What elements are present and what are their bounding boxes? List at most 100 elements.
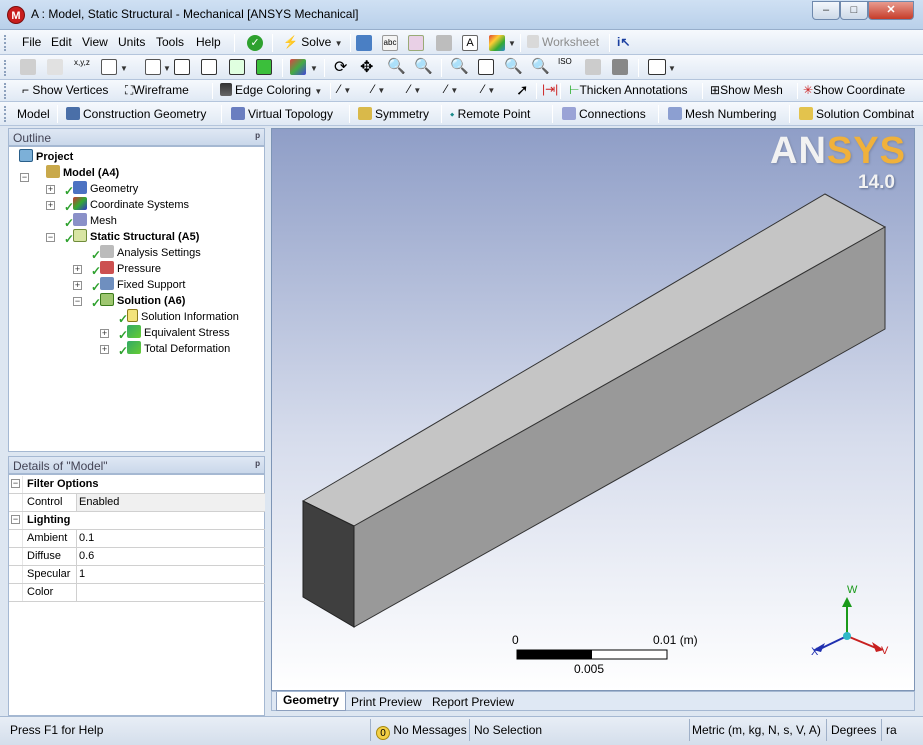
chevron-down-icon[interactable]: ▼ [668,64,676,73]
mesh-numbering-button[interactable]: Mesh Numbering [668,107,776,121]
menu-file[interactable]: File [22,35,41,49]
xyz-icon[interactable]: x,y,z [74,59,90,75]
property-value[interactable]: 0.1 [77,530,265,547]
pan-icon[interactable]: ✥ [360,57,373,77]
tree-node-mesh[interactable]: Mesh [73,213,117,229]
details-row-ambient[interactable]: Ambient 0.1 [9,530,265,548]
thicken-annotations-button[interactable]: ⊢Thicken Annotations [569,83,688,97]
graphics-viewport[interactable]: 0 0.01 (m) 0.005 W V X [271,128,915,691]
zoom-in-green-icon[interactable]: 🔍 [504,57,523,75]
property-value[interactable]: 0.6 [77,548,265,565]
rotate-icon[interactable]: ⟳ [334,57,347,77]
toolbar-grip[interactable] [4,60,7,76]
select-cursor-icon[interactable] [145,59,161,75]
toolbar-grip[interactable] [4,35,7,51]
maximize-button[interactable]: □ [840,1,868,20]
wireframe-button[interactable]: ⛶Wireframe [125,83,189,98]
menu-units[interactable]: Units [118,35,145,49]
box-zoom-icon[interactable]: 🔍 [414,57,433,75]
edge-display-x-icon[interactable]: ⁄ ▼ [482,82,495,96]
minimize-button[interactable]: – [812,1,840,20]
check-icon[interactable]: ✓ [247,35,263,51]
tree-node-solution[interactable]: Solution (A6) [100,293,185,309]
tree-node-project[interactable]: Project [19,149,73,165]
edge-coloring-button[interactable]: Edge Coloring ▼ [220,83,322,97]
menu-tools[interactable]: Tools [156,35,184,49]
expand-toggle[interactable]: + [100,345,109,354]
menu-help[interactable]: Help [196,35,221,49]
edge-display-0-icon[interactable]: ⁄ ▼ [338,82,351,96]
symmetry-button[interactable]: Symmetry [358,107,429,121]
expand-toggle[interactable]: + [46,201,55,210]
tree-node-fixed-support[interactable]: Fixed Support [100,277,185,293]
connections-button[interactable]: Connections [562,107,646,121]
edge-display-3-icon[interactable]: ⁄ ▼ [445,82,458,96]
probe-icon[interactable] [436,35,452,51]
mechanical-app-icon[interactable]: M [7,6,25,24]
edge-display-2-icon[interactable]: ⁄ ▼ [408,82,421,96]
tab-geometry[interactable]: Geometry [276,692,347,711]
toolbar-grip[interactable] [4,106,7,122]
chevron-down-icon[interactable]: ▼ [335,39,343,48]
tree-node-pressure[interactable]: Pressure [100,261,161,277]
printer-icon[interactable] [612,59,628,75]
expand-toggle[interactable]: + [73,281,82,290]
tree-node-total-deformation[interactable]: Total Deformation [127,341,230,357]
select-vertex-filter-icon[interactable] [174,59,190,75]
menu-edit[interactable]: Edit [51,35,72,49]
tab-print-preview[interactable]: Print Preview [351,695,422,709]
pin-icon[interactable]: ᵖ [255,458,260,472]
rate-units-status[interactable]: ra [886,721,897,739]
insert-table-icon[interactable] [356,35,372,51]
tree-node-equivalent-stress[interactable]: Equivalent Stress [127,325,230,341]
pin-icon[interactable]: ᵖ [255,130,260,144]
collapse-toggle[interactable]: − [73,297,82,306]
angle-units-status[interactable]: Degrees [831,721,876,739]
chart-icon[interactable] [408,35,424,51]
details-section-lighting[interactable]: − Lighting [9,512,265,530]
details-row-diffuse[interactable]: Diffuse 0.6 [9,548,265,566]
construction-geometry-button[interactable]: Construction Geometry [66,107,206,121]
magnifier-window-icon[interactable] [478,59,494,75]
tree-node-solution-information[interactable]: Solution Information [127,309,239,325]
tab-report-preview[interactable]: Report Preview [432,695,514,709]
details-section-filter-options[interactable]: − Filter Options [9,476,265,494]
image-icon[interactable] [489,35,505,51]
tree-node-analysis-settings[interactable]: Analysis Settings [100,245,201,261]
messages-indicator[interactable]: 0 No Messages [376,721,467,740]
worksheet-button[interactable]: Worksheet [527,35,599,49]
text-annotation-icon[interactable]: A [462,35,478,51]
show-mesh-button[interactable]: ⊞Show Mesh [710,83,783,97]
menu-view[interactable]: View [82,35,108,49]
units-status[interactable]: Metric (m, kg, N, s, V, A) [692,721,821,739]
zoom-to-fit-icon[interactable]: 🔍 [450,57,469,75]
tree-node-model[interactable]: Model (A4) [46,165,119,181]
collapse-toggle[interactable]: − [11,479,20,488]
show-vertices-button[interactable]: ⌐ Show Vertices [22,83,108,97]
select-face-filter-icon[interactable] [229,59,245,75]
close-gap-icon[interactable]: |⇥| [542,82,558,96]
expand-toggle[interactable]: + [100,329,109,338]
select-body-filter-icon[interactable] [256,59,272,75]
details-row-control[interactable]: Control Enabled [9,494,265,512]
details-row-specular[interactable]: Specular 1 [9,566,265,584]
tree-node-static-structural[interactable]: Static Structural (A5) [73,229,199,245]
solve-button[interactable]: ⚡ Solve ▼ [283,35,343,49]
expand-toggle[interactable]: + [73,265,82,274]
zoom-icon[interactable]: 🔍 [387,57,406,75]
set-view-icon[interactable] [585,59,601,75]
viewport-layout-icon[interactable] [648,59,666,75]
solution-combination-button[interactable]: Solution Combinat [799,107,914,121]
property-value[interactable] [77,584,265,601]
show-coordinate-button[interactable]: ✳Show Coordinate [803,83,905,97]
collapse-toggle[interactable]: − [11,515,20,524]
toolbar-grip[interactable] [4,83,7,99]
iso-view-icon[interactable]: ISO [558,58,574,74]
whats-this-help-icon[interactable]: i↖ [617,35,630,49]
select-edge-filter-icon[interactable] [201,59,217,75]
collapse-toggle[interactable]: − [20,173,29,182]
expand-toggle[interactable]: + [46,185,55,194]
property-value[interactable]: Enabled [77,494,265,511]
chevron-down-icon[interactable]: ▼ [120,64,128,73]
close-button[interactable]: ✕ [868,1,914,20]
